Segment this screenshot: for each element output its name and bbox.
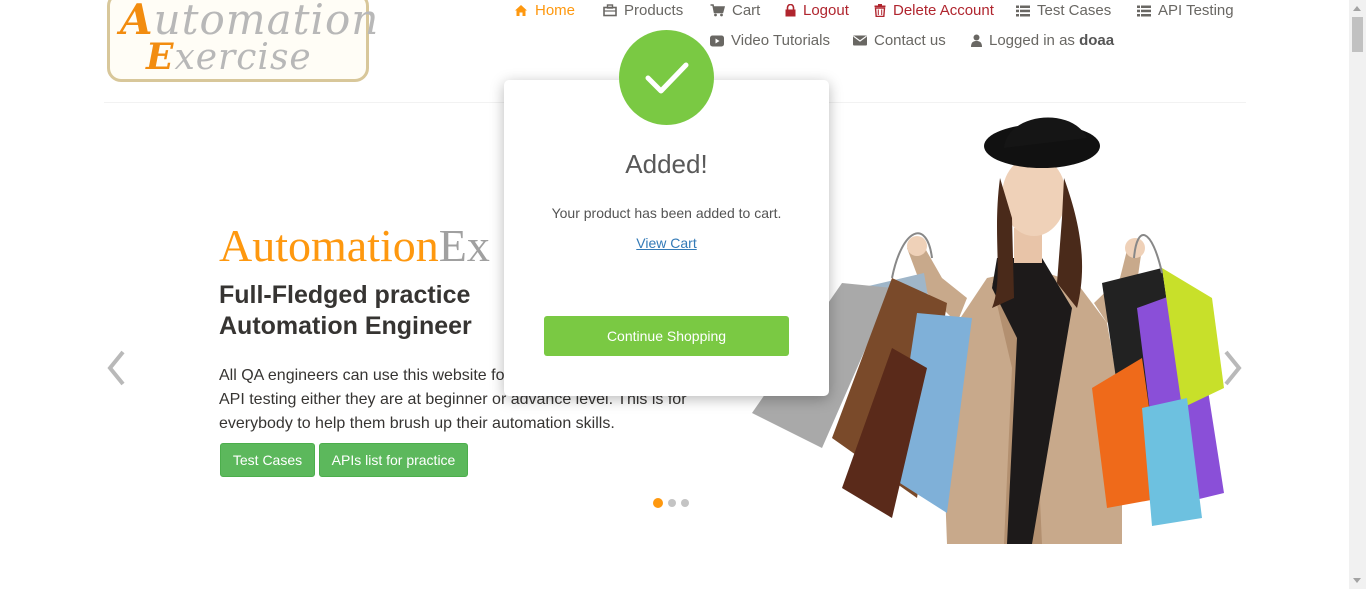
nav-api-testing-label: API Testing <box>1158 2 1234 19</box>
briefcase-icon <box>603 4 617 17</box>
scroll-up-arrow[interactable] <box>1353 6 1361 11</box>
envelope-icon <box>853 35 867 46</box>
nav-delete-account[interactable]: Delete Account <box>874 2 994 19</box>
test-cases-button[interactable]: Test Cases <box>220 443 315 477</box>
slider-prev-button[interactable] <box>105 348 127 393</box>
home-icon <box>515 5 527 16</box>
modal-title: Added! <box>625 149 708 179</box>
slider-indicators <box>653 498 689 508</box>
nav-api-testing[interactable]: API Testing <box>1137 2 1234 19</box>
view-cart-link[interactable]: View Cart <box>636 235 696 251</box>
nav-products-label: Products <box>624 2 684 19</box>
apis-list-button[interactable]: APIs list for practice <box>319 443 468 477</box>
page-scrollbar[interactable] <box>1349 0 1366 589</box>
chevron-left-icon <box>107 350 125 386</box>
slider-dot-1[interactable] <box>653 498 663 508</box>
user-icon <box>971 34 982 47</box>
nav-test-cases[interactable]: Test Cases <box>1016 2 1111 19</box>
logo-line-1: Automation <box>120 0 380 44</box>
nav-video-tutorials[interactable]: Video Tutorials <box>710 32 830 49</box>
modal-link-container: View Cart <box>504 235 829 251</box>
logged-in-username: doaa <box>1079 32 1115 49</box>
youtube-play-icon <box>710 35 724 46</box>
hero-title: AutomationEx <box>219 220 490 271</box>
shopping-cart-icon <box>710 4 725 17</box>
nav-delete-account-label: Delete Account <box>893 2 994 19</box>
nav-logged-in: Logged in as doaa <box>971 32 1114 49</box>
nav-contact-us[interactable]: Contact us <box>853 32 946 49</box>
checkmark-icon <box>645 62 688 93</box>
list-icon <box>1016 5 1030 16</box>
success-badge <box>619 30 714 125</box>
nav-logout-label: Logout <box>803 2 849 19</box>
nav-video-tutorials-label: Video Tutorials <box>731 32 830 49</box>
logged-in-text: Logged in as doaa <box>989 32 1115 49</box>
trash-icon <box>874 4 886 17</box>
logo-line-2: Exercise <box>146 36 312 78</box>
slider-dot-3[interactable] <box>681 499 689 507</box>
nav-home-label: Home <box>535 2 576 19</box>
nav-logout[interactable]: Logout <box>785 2 849 19</box>
nav-home[interactable]: Home <box>514 2 575 19</box>
modal-message: Your product has been added to cart. <box>551 205 782 221</box>
nav-contact-us-label: Contact us <box>874 32 946 49</box>
nav-cart-label: Cart <box>732 2 761 19</box>
site-logo[interactable]: Automation Exercise <box>107 0 378 82</box>
list-icon <box>1137 5 1151 16</box>
nav-cart[interactable]: Cart <box>710 2 760 19</box>
nav-test-cases-label: Test Cases <box>1037 2 1112 19</box>
scroll-down-arrow[interactable] <box>1353 578 1361 583</box>
continue-shopping-button[interactable]: Continue Shopping <box>544 316 789 356</box>
nav-products[interactable]: Products <box>603 2 683 19</box>
lock-icon <box>785 4 796 17</box>
scroll-thumb[interactable] <box>1352 17 1363 52</box>
hero-subtitle: Full-Fledged practice Automation Enginee… <box>219 281 472 340</box>
slider-dot-2[interactable] <box>668 499 676 507</box>
